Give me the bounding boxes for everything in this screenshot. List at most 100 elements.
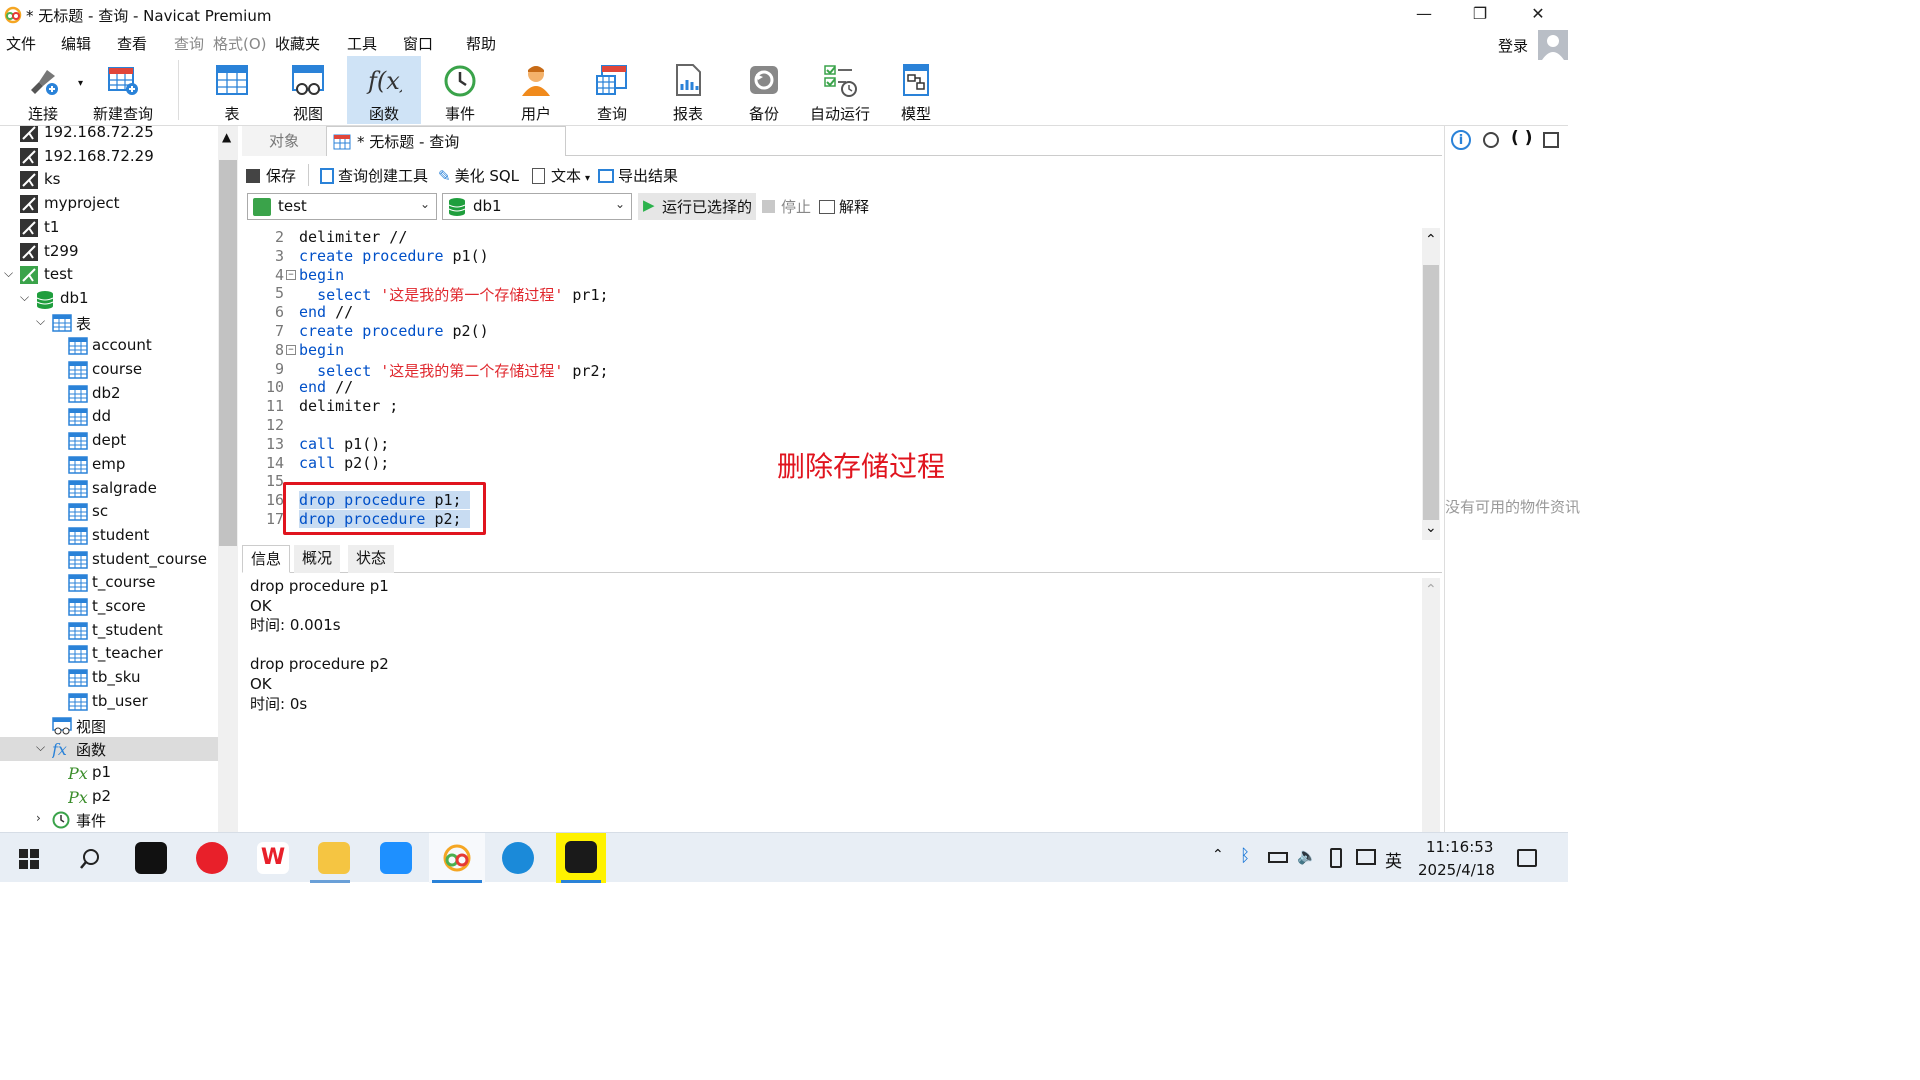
menu-tools[interactable]: 工具	[347, 33, 377, 54]
toolbar-backup-button[interactable]: 备份	[727, 56, 801, 124]
query-builder-button[interactable]: 查询创建工具	[320, 165, 428, 186]
bluetooth-icon[interactable]: ᛒ	[1240, 846, 1250, 866]
toolbar-query-button[interactable]: 查询	[575, 56, 649, 124]
tree-item-ks[interactable]: ks	[0, 168, 218, 192]
menu-query[interactable]: 查询	[174, 33, 204, 54]
stop-button[interactable]: 停止	[762, 196, 811, 217]
edge-app-icon[interactable]	[502, 842, 534, 874]
fold-toggle-icon[interactable]: −	[286, 344, 296, 355]
app-taskbar-item-active[interactable]	[556, 833, 606, 883]
connection-select[interactable]: test ⌄	[247, 193, 437, 220]
toolbar-new-query-button[interactable]: 新建查询	[86, 56, 160, 124]
tree-item-db2[interactable]: db2	[0, 382, 218, 406]
input-method-indicator[interactable]: 英	[1385, 847, 1402, 872]
clock-date[interactable]: 2025/4/18	[1418, 861, 1495, 879]
notification-icon[interactable]	[1517, 849, 1537, 867]
tree-item-student[interactable]: student	[0, 524, 218, 548]
volume-icon[interactable]: 🔈	[1297, 846, 1317, 865]
tree-item-t-teacher[interactable]: t_teacher	[0, 642, 218, 666]
tree-item-p1[interactable]: Px p1	[0, 761, 218, 785]
tab-query[interactable]: * 无标题 - 查询	[326, 126, 566, 156]
tree-item-course[interactable]: course	[0, 358, 218, 382]
navigator-scroll-thumb[interactable]	[219, 160, 237, 546]
tree-item-t1[interactable]: t1	[0, 216, 218, 240]
toolbar-table-button[interactable]: 表	[195, 56, 269, 124]
chevron-down-icon[interactable]: ⌄	[1425, 520, 1437, 536]
tree-item-dd[interactable]: dd	[0, 405, 218, 429]
netease-music-app-icon[interactable]	[196, 842, 228, 874]
menu-favorites[interactable]: 收藏夹	[275, 33, 320, 54]
feishu-app-icon[interactable]	[380, 842, 412, 874]
chevron-down-icon[interactable]: ⌵	[36, 314, 45, 329]
tiktok-app-icon[interactable]	[135, 842, 167, 874]
tab-status[interactable]: 状态	[348, 545, 395, 573]
show-hidden-icons-icon[interactable]: ⌃	[1212, 847, 1224, 863]
menu-format[interactable]: 格式(O)	[213, 33, 267, 54]
toolbar-model-button[interactable]: 模型	[879, 56, 953, 124]
tree-item-sc[interactable]: sc	[0, 500, 218, 524]
network-icon[interactable]	[1356, 849, 1376, 865]
tree-item-192-168-72-29[interactable]: 192.168.72.29	[0, 145, 218, 169]
login-link[interactable]: 登录	[1498, 35, 1528, 56]
battery-icon[interactable]	[1268, 852, 1288, 863]
close-button[interactable]: ✕	[1510, 0, 1566, 30]
tab-objects[interactable]: 对象	[242, 126, 326, 156]
tree-item-tb-user[interactable]: tb_user	[0, 690, 218, 714]
menu-window[interactable]: 窗口	[403, 33, 433, 54]
tree-item--[interactable]: ⌵ fx 函数	[0, 737, 218, 762]
tree-item-emp[interactable]: emp	[0, 453, 218, 477]
result-scrollbar[interactable]	[1422, 578, 1440, 832]
tree-item-t-score[interactable]: t_score	[0, 595, 218, 619]
run-selected-button[interactable]: ▶ 运行已选择的	[638, 193, 756, 220]
tree-item-salgrade[interactable]: salgrade	[0, 477, 218, 501]
save-button[interactable]: 保存	[246, 165, 296, 186]
toolbar-user-button[interactable]: 用户	[499, 56, 573, 124]
file-explorer-app-icon[interactable]	[318, 842, 350, 874]
menu-file[interactable]: 文件	[6, 33, 36, 54]
tab-info[interactable]: 信息	[242, 545, 291, 573]
tree-item--[interactable]: ⌵ 表	[0, 311, 218, 335]
tree-item-t-course[interactable]: t_course	[0, 571, 218, 595]
text-button[interactable]: 文本 ▾	[532, 165, 590, 186]
explain-button[interactable]: 解释	[819, 196, 869, 217]
tree-item-192-168-72-25[interactable]: 192.168.72.25	[0, 126, 218, 145]
fold-toggle-icon[interactable]: −	[286, 269, 296, 280]
chevron-down-icon[interactable]: ⌵	[4, 266, 13, 281]
database-select[interactable]: db1 ⌄	[442, 193, 632, 220]
toolbar-report-button[interactable]: 报表	[651, 56, 725, 124]
tree-item-account[interactable]: account	[0, 334, 218, 358]
tree-item--[interactable]: › 事件	[0, 808, 218, 832]
scroll-up-arrow-icon[interactable]: ▲	[222, 130, 231, 144]
toolbar-function-button[interactable]: f(x) 函数	[347, 56, 421, 124]
editor-scroll-thumb[interactable]	[1423, 265, 1439, 520]
tree-item-t-student[interactable]: t_student	[0, 619, 218, 643]
tree-item-student-course[interactable]: student_course	[0, 548, 218, 572]
beautify-sql-button[interactable]: ✎ 美化 SQL	[438, 165, 519, 186]
toolbar-event-button[interactable]: 事件	[423, 56, 497, 124]
menu-view[interactable]: 查看	[117, 33, 147, 54]
chevron-down-icon[interactable]: ⌵	[20, 290, 29, 305]
ddl-brackets-icon[interactable]: ( )	[1511, 128, 1532, 148]
toolbar-automation-button[interactable]: 自动运行	[803, 56, 877, 124]
chevron-down-icon[interactable]: ⌵	[36, 740, 45, 755]
info-icon[interactable]: i	[1451, 130, 1471, 150]
tree-item-test[interactable]: ⌵ test	[0, 263, 218, 287]
chevron-right-icon[interactable]: ›	[36, 811, 41, 825]
preview-eye-icon[interactable]	[1483, 132, 1499, 148]
clock-time[interactable]: 11:16:53	[1426, 838, 1493, 856]
navicat-taskbar-item[interactable]	[429, 833, 485, 883]
tree-item--[interactable]: 视图	[0, 714, 218, 738]
search-icon[interactable]	[79, 848, 101, 870]
tree-item-db1[interactable]: ⌵ db1	[0, 287, 218, 311]
tree-item-myproject[interactable]: myproject	[0, 192, 218, 216]
chevron-up-icon[interactable]: ⌃	[1425, 232, 1437, 248]
tree-item-p2[interactable]: Px p2	[0, 785, 218, 809]
menu-help[interactable]: 帮助	[466, 33, 496, 54]
toolbar-view-button[interactable]: 视图	[271, 56, 345, 124]
connect-dropdown-icon[interactable]: ▾	[78, 78, 83, 89]
layout-icon[interactable]	[1543, 132, 1559, 148]
restore-button[interactable]: ❐	[1452, 0, 1508, 30]
tree-item-t299[interactable]: t299	[0, 240, 218, 264]
windows-start-icon[interactable]	[19, 849, 39, 869]
toolbar-connect-button[interactable]: 连接	[6, 56, 80, 124]
